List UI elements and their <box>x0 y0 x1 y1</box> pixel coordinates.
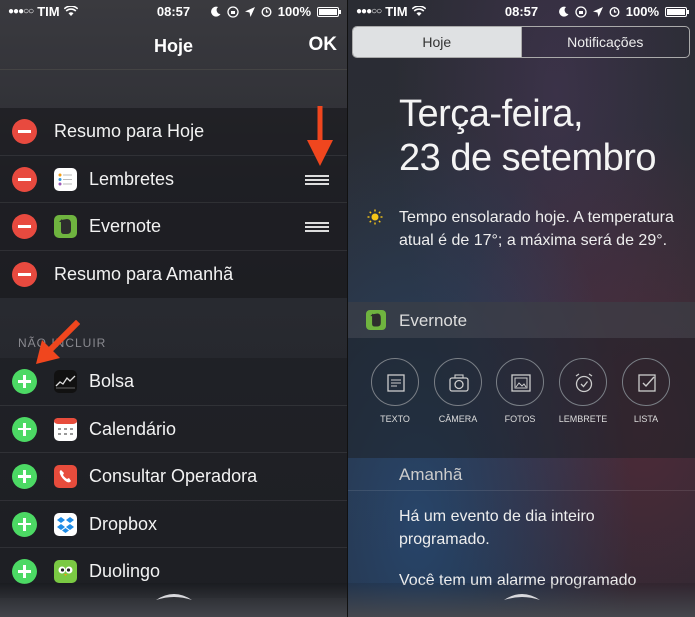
status-bar: ●●●○○ TIM 08:57 100% <box>348 0 695 24</box>
evernote-icon <box>54 215 77 238</box>
widget-label: Resumo para Amanhã <box>54 263 234 284</box>
add-widget-button[interactable] <box>12 559 37 584</box>
widget-row-evernote: Evernote <box>0 203 347 251</box>
segmented-control: Hoje Notificações <box>352 26 690 58</box>
widget-row-calendario: Calendário <box>0 406 347 453</box>
add-widget-button[interactable] <box>12 464 37 489</box>
date-heading: Terça-feira, 23 de setembro <box>399 92 657 180</box>
widget-label: Resumo para Hoje <box>54 121 205 141</box>
ok-button[interactable]: OK <box>309 34 338 56</box>
tomorrow-section-title: Amanhã <box>399 465 463 484</box>
phone-icon <box>54 465 77 488</box>
action-label: LEMBRETE <box>558 414 608 424</box>
moon-icon <box>210 6 221 17</box>
evernote-camera-button[interactable]: CÂMERA <box>433 358 483 424</box>
battery-icon <box>317 6 341 17</box>
bottom-grabber[interactable] <box>348 583 695 617</box>
widget-label: Bolsa <box>89 371 135 391</box>
page-title: Hoje <box>153 36 193 56</box>
evernote-widget-actions: TEXTO CÂMERA FOTOS LEMBRETE LISTA <box>348 338 695 458</box>
widget-label: Duolingo <box>89 561 161 581</box>
widget-label: Lembretes <box>89 168 175 189</box>
tomorrow-event-summary: Há um evento de dia inteiro programado. <box>399 508 595 548</box>
stocks-icon <box>54 370 77 393</box>
included-widgets-list: Resumo para Hoje Lembretes Evernote Resu… <box>0 108 347 298</box>
location-icon <box>592 6 603 17</box>
rotation-lock-icon <box>227 5 239 18</box>
reorder-handle-icon[interactable] <box>305 222 329 232</box>
add-widget-button[interactable] <box>12 511 37 537</box>
widget-row-dropbox: Dropbox <box>0 501 347 548</box>
calendar-icon <box>54 417 77 441</box>
rotation-lock-icon <box>575 5 587 18</box>
remove-widget-button[interactable] <box>12 214 37 239</box>
remove-widget-button[interactable] <box>12 166 37 192</box>
evernote-text-button[interactable]: TEXTO <box>370 358 420 424</box>
add-widget-button[interactable] <box>12 416 37 442</box>
action-label: TEXTO <box>380 414 410 424</box>
note-icon <box>387 374 405 392</box>
widget-row-consultar-operadora: Consultar Operadora <box>0 453 347 501</box>
weather-summary: Tempo ensolarado hoje. A temperatura atu… <box>399 209 674 249</box>
edit-header: Hoje OK <box>0 24 347 70</box>
action-label: LISTA <box>633 414 659 424</box>
widget-label: Evernote <box>89 216 162 236</box>
checklist-icon <box>638 374 656 392</box>
tab-hoje[interactable]: Hoje <box>353 27 521 57</box>
notification-center-panel: ●●●○○ TIM 08:57 100% Hoje Notificações T… <box>348 0 695 617</box>
tomorrow-divider <box>348 490 695 491</box>
evernote-photos-button[interactable]: FOTOS <box>495 358 545 424</box>
reorder-handle-icon[interactable] <box>305 174 329 185</box>
battery-percent: 100% <box>625 4 659 19</box>
moon-icon <box>558 6 569 17</box>
evernote-list-button[interactable]: LISTA <box>621 358 671 424</box>
tab-notificacoes[interactable]: Notificações <box>520 27 690 57</box>
location-icon <box>244 6 255 17</box>
action-label: CÂMERA <box>438 414 478 424</box>
edit-today-panel: ●●●○○ TIM 08:57 100% Hoje OK Resumo para… <box>0 0 347 617</box>
reminders-icon <box>54 167 77 191</box>
date-label: 23 de setembro <box>399 137 657 179</box>
widget-label: Dropbox <box>89 513 158 534</box>
add-widget-button[interactable] <box>12 369 37 394</box>
action-label: FOTOS <box>504 414 536 424</box>
annotation-arrow-down-icon <box>307 106 333 166</box>
evernote-widget-header: Evernote <box>348 302 695 338</box>
excluded-widgets-list: Bolsa Calendário Consultar Operadora Dro… <box>0 358 347 598</box>
grabber-handle-icon <box>155 594 192 600</box>
duolingo-icon <box>54 560 77 583</box>
status-bar: ●●●○○ TIM 08:57 100% <box>0 0 347 24</box>
battery-icon <box>665 6 689 17</box>
alarm-status-icon <box>609 7 620 17</box>
widget-label: Consultar Operadora <box>89 466 258 486</box>
grabber-handle-icon <box>503 594 540 600</box>
bottom-grabber[interactable] <box>0 583 347 617</box>
evernote-widget-title: Evernote <box>399 311 468 330</box>
widget-row-resumo-hoje: Resumo para Hoje <box>0 108 347 156</box>
alarm-status-icon <box>261 7 272 17</box>
camera-icon <box>449 374 469 392</box>
sun-icon <box>367 209 383 225</box>
widget-label: Calendário <box>89 418 177 439</box>
remove-widget-button[interactable] <box>12 261 37 287</box>
annotation-arrow-diagonal-icon <box>36 320 80 364</box>
weekday-label: Terça-feira, <box>399 93 584 135</box>
widget-row-lembretes: Lembretes <box>0 156 347 203</box>
alarm-icon <box>575 373 593 393</box>
photo-icon <box>511 374 531 392</box>
battery-percent: 100% <box>277 4 311 19</box>
evernote-reminder-button[interactable]: LEMBRETE <box>558 358 608 424</box>
dropbox-icon <box>54 512 77 536</box>
widget-row-resumo-amanha: Resumo para Amanhã <box>0 251 347 299</box>
evernote-icon <box>366 310 386 330</box>
remove-widget-button[interactable] <box>12 119 37 144</box>
